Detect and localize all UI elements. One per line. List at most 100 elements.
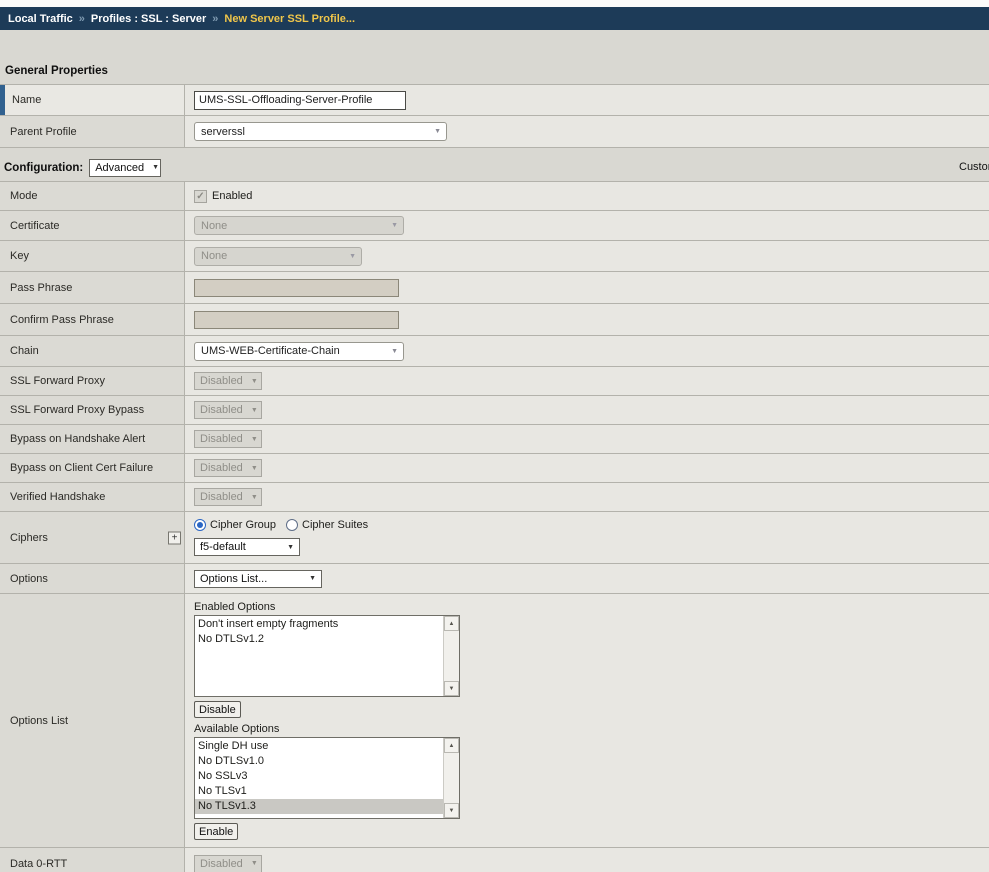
data-0-rtt-selected-value: Disabled [200, 858, 243, 870]
chevron-down-icon: ▼ [349, 253, 356, 260]
ssl-forward-proxy-bypass-value-cell: Disabled ▼ [185, 396, 989, 424]
available-options-listbox[interactable]: Single DH use No DTLSv1.0 No SSLv3 No TL… [194, 737, 460, 819]
row-key: Key None ▼ [0, 241, 989, 272]
parent-profile-dropdown[interactable]: serverssl ▼ [194, 122, 447, 141]
cipher-suites-radio-label: Cipher Suites [302, 519, 368, 531]
certificate-value-cell: None ▼ [185, 211, 989, 240]
custom-column-header: Custom [959, 161, 989, 173]
mode-checkbox: ✓ [194, 190, 207, 203]
breadcrumb-profiles-ssl-server[interactable]: Profiles : SSL : Server [91, 13, 206, 25]
bypass-on-client-cert-failure-label: Bypass on Client Cert Failure [0, 454, 185, 482]
scroll-up-icon[interactable]: ▲ [444, 616, 459, 631]
list-item-selected[interactable]: No TLSv1.3 [195, 799, 443, 814]
enable-button[interactable]: Enable [194, 823, 238, 840]
chevron-down-icon: ▼ [152, 164, 159, 171]
scroll-down-icon[interactable]: ▼ [444, 681, 459, 696]
options-select[interactable]: Options List... ▼ [194, 570, 322, 588]
available-options-title: Available Options [194, 723, 279, 735]
row-pass-phrase: Pass Phrase [0, 272, 989, 304]
options-selected-value: Options List... [200, 573, 267, 585]
chevron-down-icon: ▼ [251, 465, 258, 472]
row-data-0-rtt: Data 0-RTT Disabled ▼ [0, 848, 989, 872]
chevron-down-icon: ▼ [251, 860, 258, 867]
configuration-label: Configuration: [4, 162, 83, 174]
verified-handshake-selected-value: Disabled [200, 491, 243, 503]
chevron-down-icon: ▼ [251, 378, 258, 385]
chevron-down-icon: ▼ [251, 436, 258, 443]
chain-value-cell: UMS-WEB-Certificate-Chain ▼ [185, 336, 989, 366]
ssl-forward-proxy-bypass-label: SSL Forward Proxy Bypass [0, 396, 185, 424]
bypass-on-client-cert-failure-selected-value: Disabled [200, 462, 243, 474]
cipher-group-select[interactable]: f5-default ▼ [194, 538, 300, 556]
list-item[interactable]: No DTLSv1.0 [195, 754, 443, 769]
scrollbar[interactable]: ▲ ▼ [443, 738, 459, 818]
certificate-dropdown: None ▼ [194, 216, 404, 235]
configuration-table: Mode ✓ Enabled Certificate None ▼ Key [0, 181, 989, 872]
top-strip [0, 0, 989, 7]
chevron-down-icon: ▼ [391, 222, 398, 229]
ciphers-value-cell: Cipher Group Cipher Suites f5-default ▼ [185, 512, 989, 563]
enabled-options-listbox[interactable]: Don't insert empty fragments No DTLSv1.2… [194, 615, 460, 697]
chain-dropdown[interactable]: UMS-WEB-Certificate-Chain ▼ [194, 342, 404, 361]
key-label: Key [0, 241, 185, 271]
ssl-forward-proxy-value-cell: Disabled ▼ [185, 367, 989, 395]
ssl-forward-proxy-select: Disabled ▼ [194, 372, 262, 390]
row-ssl-forward-proxy: SSL Forward Proxy Disabled ▼ [0, 367, 989, 396]
mode-checkbox-label: Enabled [212, 190, 252, 202]
row-options-list: Options List Enabled Options Don't inser… [0, 594, 989, 848]
data-0-rtt-label: Data 0-RTT [0, 848, 185, 872]
server-ssl-profile-page: Local Traffic » Profiles : SSL : Server … [0, 0, 989, 872]
certificate-label: Certificate [0, 211, 185, 240]
row-verified-handshake: Verified Handshake Disabled ▼ [0, 483, 989, 512]
name-input[interactable] [194, 91, 406, 110]
breadcrumb: Local Traffic » Profiles : SSL : Server … [0, 7, 989, 30]
check-icon: ✓ [196, 191, 204, 202]
ssl-forward-proxy-selected-value: Disabled [200, 375, 243, 387]
chain-selected-value: UMS-WEB-Certificate-Chain [201, 345, 340, 357]
configuration-bar: Configuration: Advanced ▼ Custom [0, 154, 989, 181]
chevron-down-icon: ▼ [434, 128, 441, 135]
pass-phrase-value-cell [185, 272, 989, 303]
breadcrumb-local-traffic[interactable]: Local Traffic [8, 13, 73, 25]
ssl-forward-proxy-bypass-select: Disabled ▼ [194, 401, 262, 419]
data-0-rtt-value-cell: Disabled ▼ [185, 848, 989, 872]
verified-handshake-value-cell: Disabled ▼ [185, 483, 989, 511]
row-options: Options Options List... ▼ [0, 564, 989, 594]
breadcrumb-current-page: New Server SSL Profile... [224, 13, 355, 25]
confirm-pass-phrase-input [194, 311, 399, 329]
verified-handshake-label: Verified Handshake [0, 483, 185, 511]
parent-profile-value-cell: serverssl ▼ [185, 116, 989, 147]
chevron-down-icon: ▼ [251, 494, 258, 501]
configuration-view-select[interactable]: Advanced ▼ [89, 159, 161, 177]
list-item[interactable]: Don't insert empty fragments [195, 617, 443, 632]
cipher-suites-radio[interactable] [286, 519, 298, 531]
row-confirm-pass-phrase: Confirm Pass Phrase [0, 304, 989, 336]
ciphers-label: Ciphers [10, 532, 48, 544]
key-value-cell: None ▼ [185, 241, 989, 271]
row-chain: Chain UMS-WEB-Certificate-Chain ▼ [0, 336, 989, 367]
certificate-selected-value: None [201, 220, 227, 232]
disable-button[interactable]: Disable [194, 701, 241, 718]
row-bypass-on-client-cert-failure: Bypass on Client Cert Failure Disabled ▼ [0, 454, 989, 483]
bypass-on-handshake-alert-select: Disabled ▼ [194, 430, 262, 448]
chevron-down-icon: ▼ [251, 407, 258, 414]
list-item[interactable]: No TLSv1 [195, 784, 443, 799]
list-item[interactable]: No DTLSv1.2 [195, 632, 443, 647]
cipher-group-radio[interactable] [194, 519, 206, 531]
enabled-options-items: Don't insert empty fragments No DTLSv1.2 [195, 616, 443, 696]
expand-button[interactable]: + [168, 531, 181, 544]
cipher-group-radio-label: Cipher Group [210, 519, 276, 531]
row-mode: Mode ✓ Enabled [0, 182, 989, 211]
general-properties-table: Name Parent Profile serverssl ▼ [0, 84, 989, 148]
list-item[interactable]: No SSLv3 [195, 769, 443, 784]
scroll-up-icon[interactable]: ▲ [444, 738, 459, 753]
row-bypass-on-handshake-alert: Bypass on Handshake Alert Disabled ▼ [0, 425, 989, 454]
general-properties-title: General Properties [5, 65, 989, 77]
key-selected-value: None [201, 250, 227, 262]
row-name: Name [0, 85, 989, 116]
list-item[interactable]: Single DH use [195, 739, 443, 754]
name-label: Name [0, 85, 185, 115]
scrollbar[interactable]: ▲ ▼ [443, 616, 459, 696]
scroll-down-icon[interactable]: ▼ [444, 803, 459, 818]
options-label: Options [0, 564, 185, 593]
